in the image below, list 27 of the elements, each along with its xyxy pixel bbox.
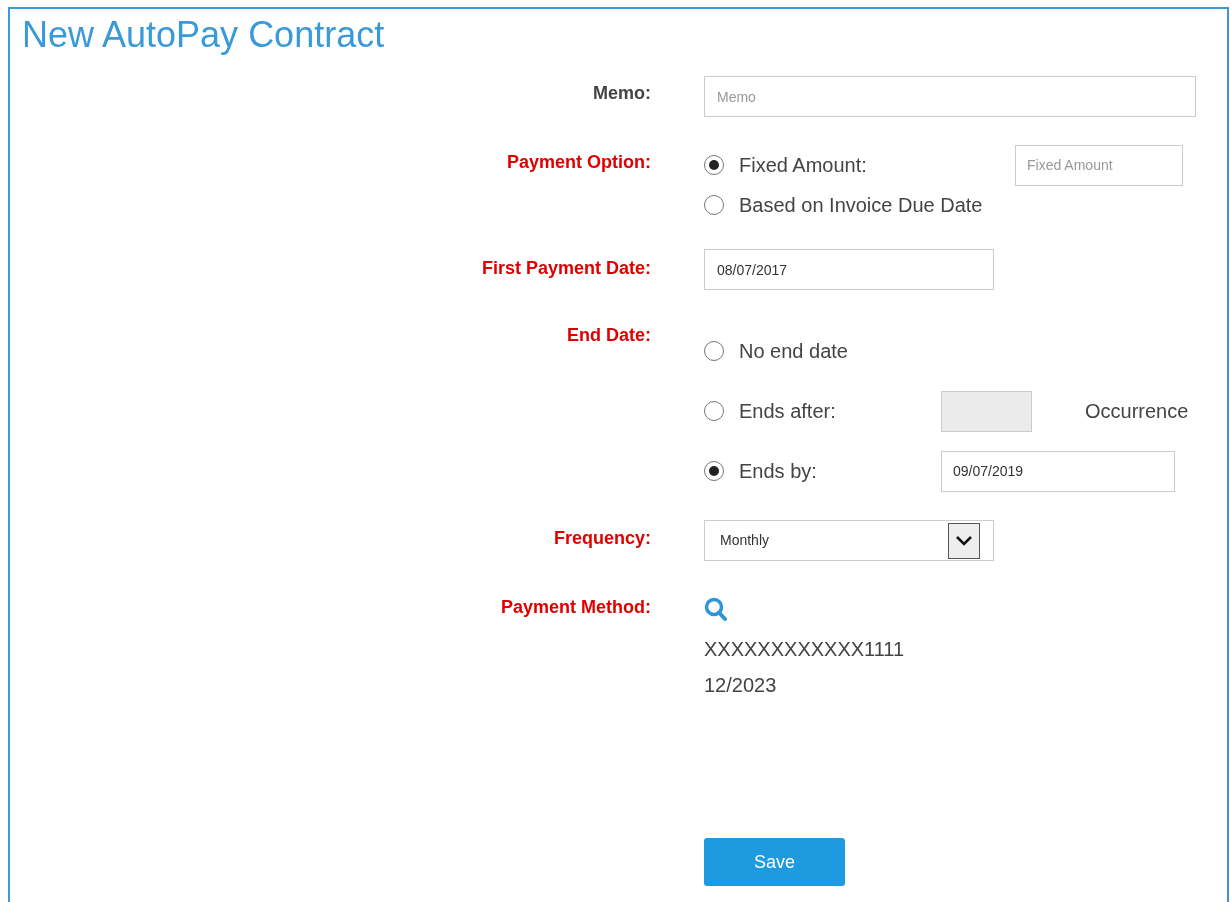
radio-button[interactable]: [704, 461, 724, 481]
field-label: Frequency:: [553, 527, 651, 550]
input-field[interactable]: 08/07/2017: [704, 249, 994, 290]
option-label: Fixed Amount:: [739, 153, 867, 178]
field-label: Payment Option:: [507, 151, 651, 174]
occurrence-label: Occurrence: [1085, 399, 1189, 424]
page-title: New AutoPay Contract: [22, 15, 385, 55]
card-text: XXXXXXXXXXXX1111: [704, 637, 905, 662]
radio-button[interactable]: [704, 155, 724, 175]
radio-button[interactable]: [704, 195, 724, 215]
option-label: Ends by:: [739, 459, 817, 484]
frequency-select[interactable]: Monthly: [704, 520, 994, 561]
option-label: Ends after:: [739, 399, 836, 424]
input-field[interactable]: Memo: [704, 76, 1196, 117]
radio-button[interactable]: [704, 401, 724, 421]
option-label: No end date: [739, 339, 848, 364]
field-label: Payment Method:: [501, 596, 651, 619]
search-icon[interactable]: [704, 597, 728, 622]
field-label: First Payment Date:: [481, 257, 651, 280]
radio-button[interactable]: [704, 341, 724, 361]
option-label: Based on Invoice Due Date: [739, 193, 983, 218]
chevron-down-icon: [948, 522, 980, 559]
card-text: 12/2023: [704, 673, 778, 698]
field-label: End Date:: [567, 324, 651, 347]
field-label: Memo:: [593, 82, 651, 105]
input-field[interactable]: Fixed Amount: [1015, 144, 1183, 186]
input-field[interactable]: 09/07/2019: [941, 450, 1175, 492]
